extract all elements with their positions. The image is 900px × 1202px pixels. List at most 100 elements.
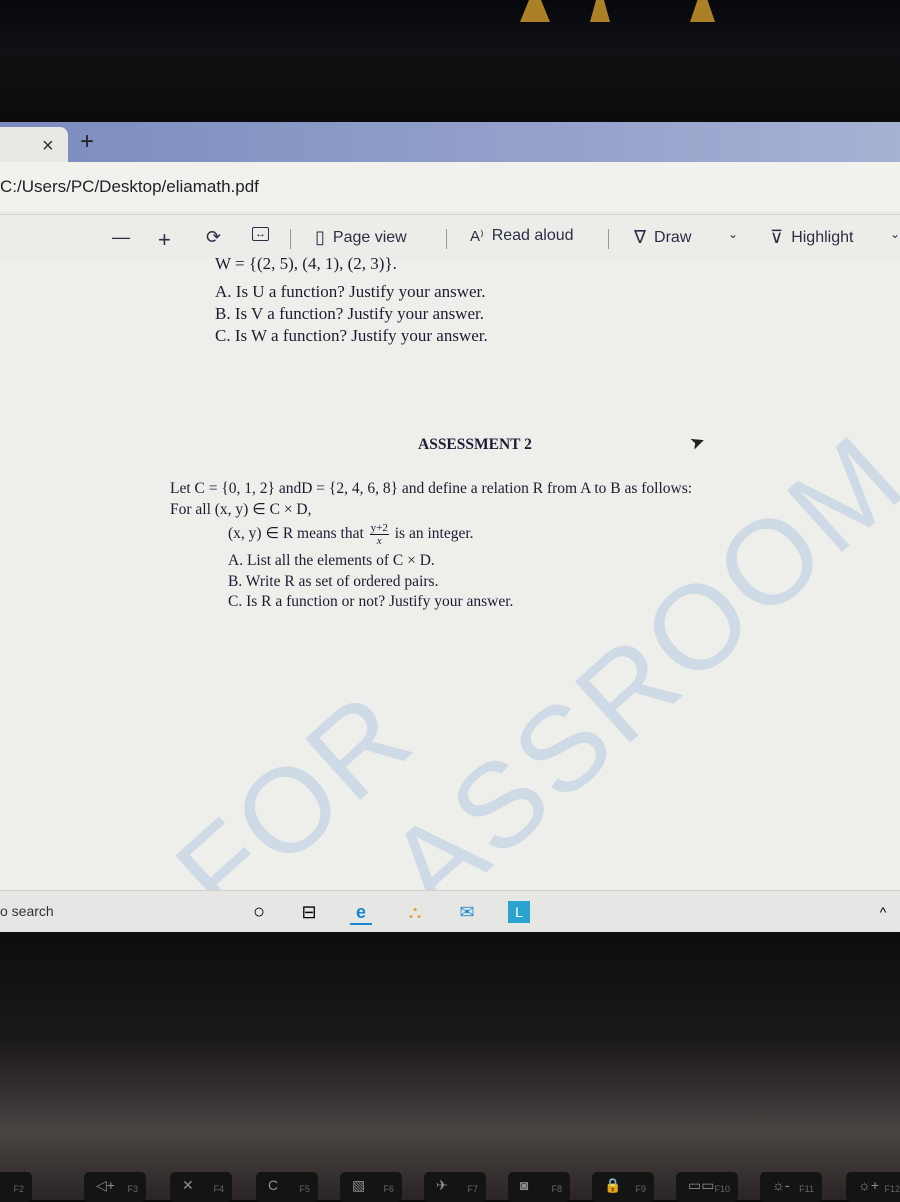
read-aloud-label: Read aloud: [491, 227, 574, 244]
key-label: F6: [383, 1184, 394, 1194]
key-label: F10: [714, 1184, 730, 1194]
camera-off-icon: ◙: [520, 1177, 529, 1193]
rotate-icon: ⟳: [206, 227, 222, 247]
assessment-heading: ASSESSMENT 2: [418, 436, 532, 453]
key-f5[interactable]: C F5: [256, 1172, 318, 1202]
new-tab-button[interactable]: +: [80, 128, 94, 156]
key-label: F11: [799, 1184, 814, 1194]
key-f4[interactable]: ✕ F4: [170, 1172, 232, 1202]
touchpad-icon: ▧: [352, 1177, 366, 1193]
lock-icon: 🔒: [604, 1177, 622, 1193]
previous-set-w: W = {(2, 5), (4, 1), (2, 3)}.: [215, 254, 397, 273]
taskbar-search[interactable]: o search: [0, 903, 54, 919]
store-icon[interactable]: ⛬: [404, 901, 426, 923]
key-f6[interactable]: ▧ F6: [340, 1172, 402, 1202]
page-view-label: Page view: [332, 228, 407, 246]
minus-icon: —: [112, 227, 130, 247]
fit-width-button[interactable]: ↔: [252, 227, 269, 241]
light-reflection: [590, 0, 610, 22]
zoom-out-button[interactable]: —: [112, 227, 130, 248]
mouse-pointer-icon: ➤: [686, 430, 708, 455]
read-aloud-button[interactable]: A⁾ Read aloud: [470, 227, 574, 245]
light-reflection: [690, 0, 715, 22]
zoom-in-button[interactable]: +: [158, 227, 171, 253]
key-f3[interactable]: ◁+ F3: [84, 1172, 146, 1202]
question-a-prev: A. Is U a function? Justify your answer.: [215, 282, 486, 301]
airplane-icon: ✈: [436, 1177, 448, 1193]
key-label: F8: [551, 1184, 562, 1194]
highlighter-icon: ⊽: [770, 227, 784, 247]
edge-browser-icon[interactable]: e: [350, 901, 372, 925]
key-f7[interactable]: ✈ F7: [424, 1172, 486, 1202]
highlight-label: Highlight: [791, 228, 854, 246]
question-b: B. Write R as set of ordered pairs.: [228, 573, 439, 590]
fit-width-icon: ↔: [252, 227, 269, 241]
chevron-up-icon[interactable]: ^: [872, 901, 894, 923]
taskbar: o search ○ ⊟ e ⛬ ✉ L ^: [0, 890, 900, 933]
for-all-text: For all (x, y) ∈ C × D,: [170, 501, 312, 518]
app-l-icon[interactable]: L: [508, 901, 530, 923]
key-f11[interactable]: ☼- F11: [760, 1172, 822, 1202]
display-icon: ▭▭: [688, 1177, 715, 1193]
plus-icon: +: [158, 227, 171, 252]
fraction: y+2 x: [369, 522, 389, 547]
relation-suffix: is an integer.: [394, 525, 474, 543]
question-b-prev: B. Is V a function? Justify your answer.: [215, 304, 484, 323]
chevron-down-icon: ⌄: [890, 227, 900, 241]
pdf-page: FOR CLASSROOM USE W = {(2, 5), (4, 1), (…: [0, 254, 900, 1148]
question-a: A. List all the elements of C × D.: [228, 552, 435, 569]
toolbar-divider: [446, 229, 447, 249]
key-label: F12: [884, 1184, 900, 1194]
mic-mute-icon: ✕: [182, 1177, 194, 1193]
key-f2[interactable]: ◁-F2: [0, 1172, 32, 1202]
draw-label: Draw: [654, 228, 692, 246]
highlight-button[interactable]: ⊽ Highlight: [770, 227, 853, 248]
key-label: F5: [299, 1184, 310, 1194]
key-label: F7: [467, 1184, 478, 1194]
key-label: F9: [635, 1184, 646, 1194]
refresh-icon: C: [268, 1177, 279, 1193]
function-key-row: ◁-F2 ◁+F3 ✕F4 CF5 ▧F6 ✈F7 ◙F8 🔒F9 ▭▭F10 …: [0, 1172, 900, 1202]
draw-options-dropdown[interactable]: ⌄: [728, 227, 738, 241]
toolbar-divider: [608, 229, 609, 249]
browser-tab-active[interactable]: ×: [0, 127, 68, 162]
read-aloud-icon: A⁾: [470, 228, 484, 245]
light-reflection: [520, 0, 550, 22]
page-view-button[interactable]: ▯ Page view: [315, 227, 407, 248]
browser-tab-bar: × +: [0, 122, 900, 162]
brightness-up-icon: ☼+: [858, 1177, 880, 1193]
laptop-body: [0, 932, 900, 1200]
page-view-icon: ▯: [315, 227, 325, 247]
key-f8[interactable]: ◙ F8: [508, 1172, 570, 1202]
toolbar-divider: [290, 229, 291, 249]
intro-text: Let C = {0, 1, 2} andD = {2, 4, 6, 8} an…: [170, 480, 693, 497]
rotate-button[interactable]: ⟳: [206, 227, 221, 248]
relation-prefix: (x, y) ∈ R means that: [228, 525, 364, 543]
key-f10[interactable]: ▭▭ F10: [676, 1172, 738, 1202]
pdf-toolbar: — + ⟳ ↔ ▯ Page view A⁾ Read aloud ∇ Draw…: [0, 214, 900, 261]
highlight-options-dropdown[interactable]: ⌄: [890, 227, 900, 241]
draw-button[interactable]: ∇ Draw: [634, 227, 691, 248]
brightness-down-icon: ☼-: [772, 1177, 790, 1193]
question-c: C. Is R a function or not? Justify your …: [228, 593, 514, 610]
task-view-icon[interactable]: ⊟: [298, 901, 320, 923]
draw-pen-icon: ∇: [634, 227, 647, 247]
close-tab-icon[interactable]: ×: [42, 135, 54, 158]
volume-up-icon: ◁+: [96, 1177, 115, 1193]
fraction-denominator: x: [376, 535, 382, 547]
mail-icon[interactable]: ✉: [456, 901, 478, 923]
key-label: F4: [213, 1184, 224, 1194]
address-url[interactable]: C:/Users/PC/Desktop/eliamath.pdf: [0, 177, 259, 197]
fraction-numerator: y+2: [369, 522, 389, 535]
key-label: F2: [13, 1184, 24, 1194]
monitor-bezel-top: [0, 0, 900, 122]
cortana-icon[interactable]: ○: [248, 901, 270, 923]
screen: × + C:/Users/PC/Desktop/eliamath.pdf — +…: [0, 122, 900, 1148]
relation-definition: (x, y) ∈ R means that y+2 x is an integer…: [228, 522, 474, 547]
key-f9[interactable]: 🔒 F9: [592, 1172, 654, 1202]
key-f12[interactable]: ☼+ F12: [846, 1172, 900, 1202]
address-bar[interactable]: C:/Users/PC/Desktop/eliamath.pdf: [0, 162, 900, 212]
chevron-down-icon: ⌄: [728, 227, 739, 241]
question-c-prev: C. Is W a function? Justify your answer.: [215, 326, 488, 345]
key-label: F3: [127, 1184, 138, 1194]
